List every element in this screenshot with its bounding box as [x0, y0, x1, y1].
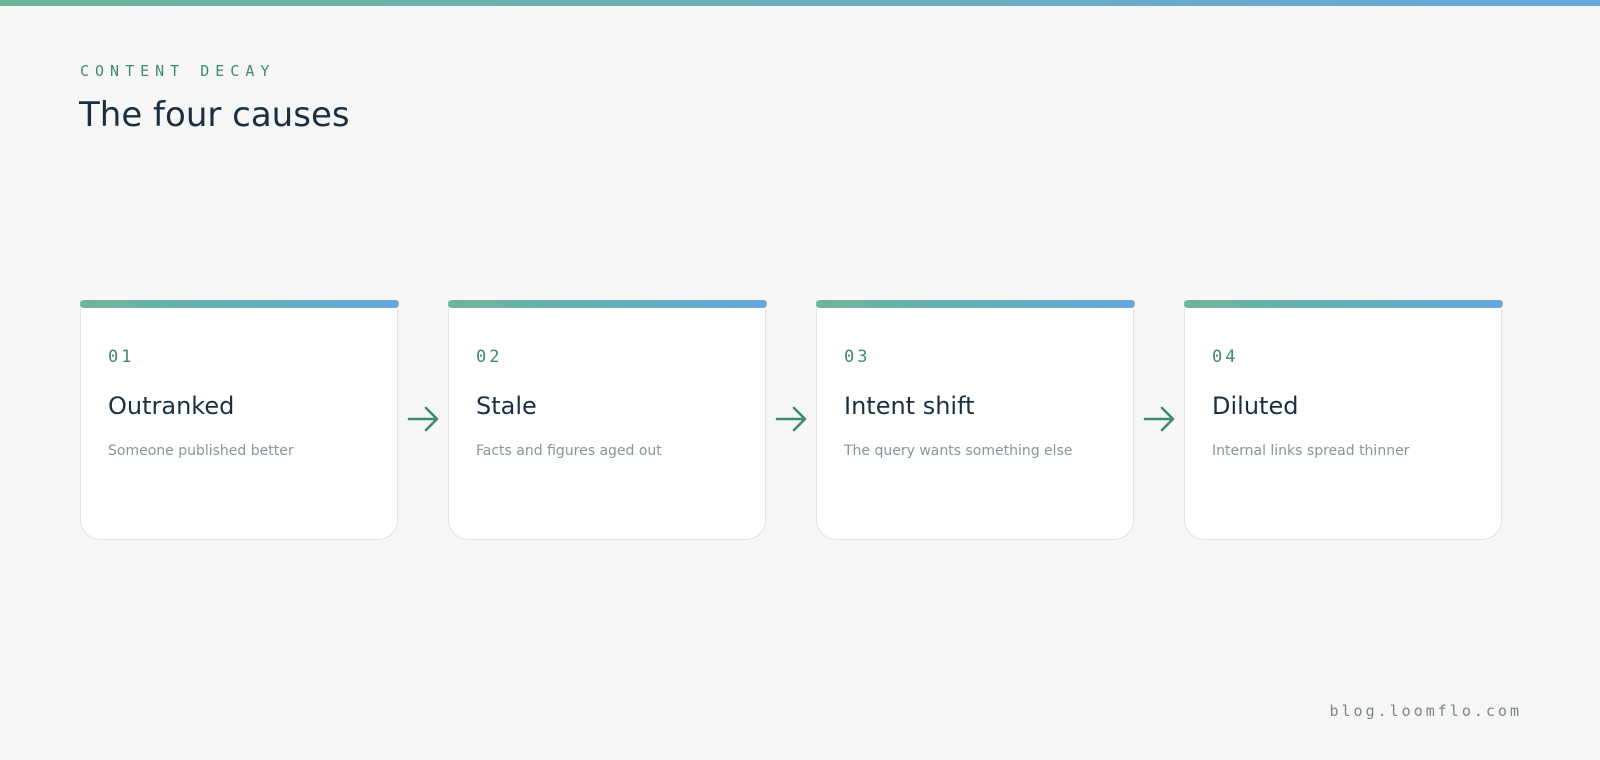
page-title: The four causes: [79, 95, 350, 135]
step-card-diluted: 04 Diluted Internal links spread thinner: [1183, 300, 1503, 540]
card-accent-bar: [79, 300, 399, 308]
footer-url: blog.loomflo.com: [1329, 702, 1522, 720]
step-card-intent-shift: 03 Intent shift The query wants somethin…: [815, 300, 1135, 540]
arrow-right-icon: [407, 406, 439, 432]
card-accent-bar: [447, 300, 767, 308]
step-title: Outranked: [108, 392, 235, 420]
step-description: Internal links spread thinner: [1212, 443, 1410, 459]
card-accent-bar: [815, 300, 1135, 308]
step-title: Stale: [476, 392, 537, 420]
step-card-stale: 02 Stale Facts and figures aged out: [447, 300, 767, 540]
step-number: 03: [844, 347, 871, 367]
step-number: 02: [476, 347, 503, 367]
step-number: 01: [108, 347, 135, 367]
step-description: Facts and figures aged out: [476, 443, 662, 459]
top-accent-bar: [0, 0, 1600, 6]
step-title: Diluted: [1212, 392, 1299, 420]
step-description: Someone published better: [108, 443, 294, 459]
step-card-outranked: 01 Outranked Someone published better: [79, 300, 399, 540]
step-number: 04: [1212, 347, 1239, 367]
section-eyebrow: CONTENT DECAY: [80, 62, 276, 80]
step-description: The query wants something else: [844, 443, 1073, 459]
step-title: Intent shift: [844, 392, 975, 420]
card-accent-bar: [1183, 300, 1503, 308]
arrow-right-icon: [775, 406, 807, 432]
arrow-right-icon: [1143, 406, 1175, 432]
